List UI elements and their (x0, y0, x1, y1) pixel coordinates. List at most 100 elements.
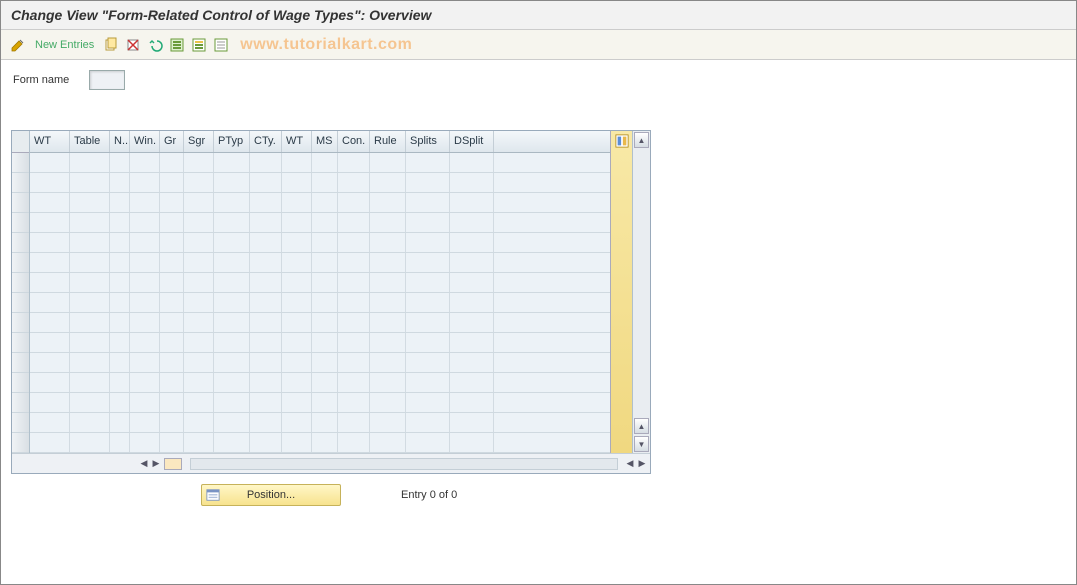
form-name-input[interactable] (89, 70, 125, 90)
horizontal-track[interactable] (190, 458, 618, 470)
table-cell[interactable] (250, 413, 282, 432)
table-cell[interactable] (70, 333, 110, 352)
table-cell[interactable] (250, 153, 282, 172)
column-header-ms[interactable]: MS (312, 131, 338, 152)
table-cell[interactable] (312, 333, 338, 352)
table-cell[interactable] (110, 313, 130, 332)
table-cell[interactable] (312, 393, 338, 412)
table-cell[interactable] (130, 293, 160, 312)
table-cell[interactable] (282, 373, 312, 392)
table-cell[interactable] (184, 193, 214, 212)
table-cell[interactable] (338, 433, 370, 452)
row-selector[interactable] (12, 413, 29, 433)
table-cell[interactable] (160, 193, 184, 212)
scroll-down-small-icon[interactable]: ▲ (634, 418, 649, 434)
table-cell[interactable] (282, 253, 312, 272)
table-cell[interactable] (450, 253, 494, 272)
table-cell[interactable] (338, 213, 370, 232)
table-cell[interactable] (70, 393, 110, 412)
table-cell[interactable] (406, 273, 450, 292)
table-cell[interactable] (30, 273, 70, 292)
table-cell[interactable] (406, 393, 450, 412)
table-cell[interactable] (250, 313, 282, 332)
row-selector[interactable] (12, 373, 29, 393)
table-cell[interactable] (406, 313, 450, 332)
table-cell[interactable] (406, 253, 450, 272)
table-cell[interactable] (70, 153, 110, 172)
column-header-sgr[interactable]: Sgr (184, 131, 214, 152)
table-cell[interactable] (70, 353, 110, 372)
table-cell[interactable] (338, 333, 370, 352)
table-cell[interactable] (30, 313, 70, 332)
table-cell[interactable] (406, 153, 450, 172)
table-cell[interactable] (184, 213, 214, 232)
row-selector[interactable] (12, 233, 29, 253)
scroll-track[interactable] (633, 149, 650, 417)
table-cell[interactable] (406, 413, 450, 432)
table-cell[interactable] (130, 333, 160, 352)
table-cell[interactable] (70, 213, 110, 232)
table-cell[interactable] (370, 413, 406, 432)
table-cell[interactable] (370, 253, 406, 272)
table-cell[interactable] (406, 333, 450, 352)
table-cell[interactable] (370, 293, 406, 312)
table-cell[interactable] (30, 413, 70, 432)
select-block-icon[interactable] (190, 36, 208, 54)
table-cell[interactable] (30, 293, 70, 312)
table-cell[interactable] (130, 213, 160, 232)
table-cell[interactable] (214, 173, 250, 192)
table-cell[interactable] (250, 293, 282, 312)
table-cell[interactable] (184, 373, 214, 392)
table-cell[interactable] (450, 173, 494, 192)
table-cell[interactable] (214, 413, 250, 432)
table-cell[interactable] (184, 173, 214, 192)
vertical-scrollbar[interactable]: ▲ ▲ ▼ (632, 131, 650, 453)
table-cell[interactable] (450, 293, 494, 312)
table-cell[interactable] (30, 373, 70, 392)
table-cell[interactable] (214, 233, 250, 252)
table-cell[interactable] (214, 353, 250, 372)
table-cell[interactable] (184, 413, 214, 432)
table-cell[interactable] (250, 273, 282, 292)
table-cell[interactable] (338, 293, 370, 312)
table-cell[interactable] (370, 233, 406, 252)
table-cell[interactable] (160, 393, 184, 412)
table-cell[interactable] (70, 273, 110, 292)
table-cell[interactable] (312, 233, 338, 252)
table-cell[interactable] (110, 273, 130, 292)
column-header-n[interactable]: N.. (110, 131, 130, 152)
table-cell[interactable] (282, 353, 312, 372)
table-cell[interactable] (370, 273, 406, 292)
row-selector[interactable] (12, 213, 29, 233)
column-header-cty[interactable]: CTy. (250, 131, 282, 152)
table-cell[interactable] (450, 193, 494, 212)
table-cell[interactable] (184, 333, 214, 352)
column-header-wt[interactable]: WT (30, 131, 70, 152)
table-cell[interactable] (370, 333, 406, 352)
table-cell[interactable] (282, 313, 312, 332)
new-entries-button[interactable]: New Entries (31, 39, 98, 51)
table-cell[interactable] (450, 273, 494, 292)
table-cell[interactable] (282, 433, 312, 452)
table-cell[interactable] (312, 153, 338, 172)
table-cell[interactable] (450, 233, 494, 252)
table-cell[interactable] (312, 433, 338, 452)
table-cell[interactable] (282, 213, 312, 232)
table-cell[interactable] (30, 193, 70, 212)
table-cell[interactable] (30, 353, 70, 372)
table-cell[interactable] (282, 233, 312, 252)
table-cell[interactable] (110, 253, 130, 272)
column-header-gr[interactable]: Gr (160, 131, 184, 152)
table-cell[interactable] (338, 173, 370, 192)
table-cell[interactable] (406, 233, 450, 252)
table-cell[interactable] (250, 353, 282, 372)
table-cell[interactable] (312, 373, 338, 392)
table-cell[interactable] (370, 433, 406, 452)
table-cell[interactable] (130, 193, 160, 212)
table-cell[interactable] (30, 233, 70, 252)
select-all-icon[interactable] (168, 36, 186, 54)
table-cell[interactable] (406, 193, 450, 212)
table-cell[interactable] (130, 353, 160, 372)
select-all-rows[interactable] (12, 131, 29, 153)
row-selector[interactable] (12, 433, 29, 453)
